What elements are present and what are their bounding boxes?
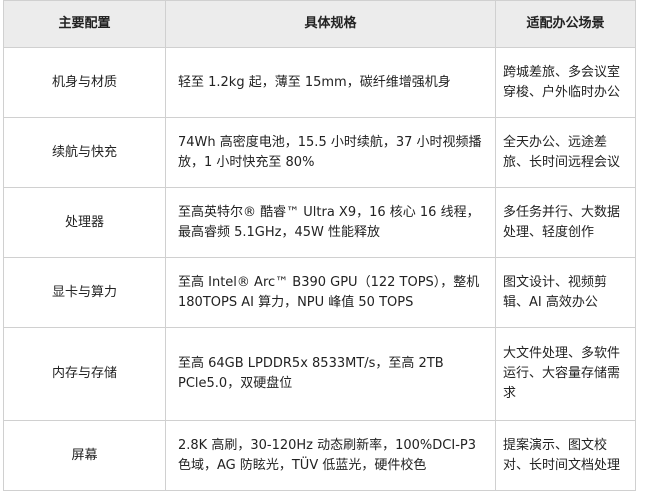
row-scenario: 提案演示、图文校对、长时间文档处理 bbox=[495, 420, 636, 491]
table-row: 机身与材质 轻至 1.2kg 起，薄至 15mm，碳纤维增强机身 跨城差旅、多会… bbox=[3, 47, 636, 118]
row-category: 显卡与算力 bbox=[3, 257, 166, 328]
header-scenario: 适配办公场景 bbox=[495, 0, 636, 48]
row-scenario: 图文设计、视频剪辑、AI 高效办公 bbox=[495, 257, 636, 328]
table-row: 屏幕 2.8K 高刷，30-120Hz 动态刷新率，100%DCI-P3 色域，… bbox=[3, 420, 636, 491]
header-config: 主要配置 bbox=[3, 0, 166, 48]
page: 主要配置 具体规格 适配办公场景 机身与材质 轻至 1.2kg 起，薄至 15m… bbox=[0, 0, 650, 492]
row-spec: 轻至 1.2kg 起，薄至 15mm，碳纤维增强机身 bbox=[165, 47, 496, 118]
table-body: 机身与材质 轻至 1.2kg 起，薄至 15mm，碳纤维增强机身 跨城差旅、多会… bbox=[3, 47, 636, 491]
table-row: 显卡与算力 至高 Intel® Arc™ B390 GPU（122 TOPS），… bbox=[3, 257, 636, 328]
row-spec: 至高英特尔® 酷睿™ Ultra X9，16 核心 16 线程，最高睿频 5.1… bbox=[165, 187, 496, 258]
row-spec: 2.8K 高刷，30-120Hz 动态刷新率，100%DCI-P3 色域，AG … bbox=[165, 420, 496, 491]
row-category: 处理器 bbox=[3, 187, 166, 258]
spec-table: 主要配置 具体规格 适配办公场景 机身与材质 轻至 1.2kg 起，薄至 15m… bbox=[3, 0, 636, 491]
table-header: 主要配置 具体规格 适配办公场景 bbox=[3, 0, 636, 48]
row-category: 内存与存储 bbox=[3, 327, 166, 421]
row-scenario: 全天办公、远途差旅、长时间远程会议 bbox=[495, 117, 636, 188]
row-spec: 至高 64GB LPDDR5x 8533MT/s，至高 2TB PCle5.0，… bbox=[165, 327, 496, 421]
row-spec: 至高 Intel® Arc™ B390 GPU（122 TOPS），整机 180… bbox=[165, 257, 496, 328]
row-category: 屏幕 bbox=[3, 420, 166, 491]
table-row: 处理器 至高英特尔® 酷睿™ Ultra X9，16 核心 16 线程，最高睿频… bbox=[3, 187, 636, 258]
table-row: 续航与快充 74Wh 高密度电池，15.5 小时续航，37 小时视频播放，1 小… bbox=[3, 117, 636, 188]
table-row: 内存与存储 至高 64GB LPDDR5x 8533MT/s，至高 2TB PC… bbox=[3, 327, 636, 421]
header-row: 主要配置 具体规格 适配办公场景 bbox=[3, 0, 636, 48]
row-scenario: 跨城差旅、多会议室穿梭、户外临时办公 bbox=[495, 47, 636, 118]
row-scenario: 大文件处理、多软件运行、大容量存储需求 bbox=[495, 327, 636, 421]
row-category: 机身与材质 bbox=[3, 47, 166, 118]
row-spec: 74Wh 高密度电池，15.5 小时续航，37 小时视频播放，1 小时快充至 8… bbox=[165, 117, 496, 188]
row-category: 续航与快充 bbox=[3, 117, 166, 188]
row-scenario: 多任务并行、大数据处理、轻度创作 bbox=[495, 187, 636, 258]
header-spec: 具体规格 bbox=[165, 0, 496, 48]
